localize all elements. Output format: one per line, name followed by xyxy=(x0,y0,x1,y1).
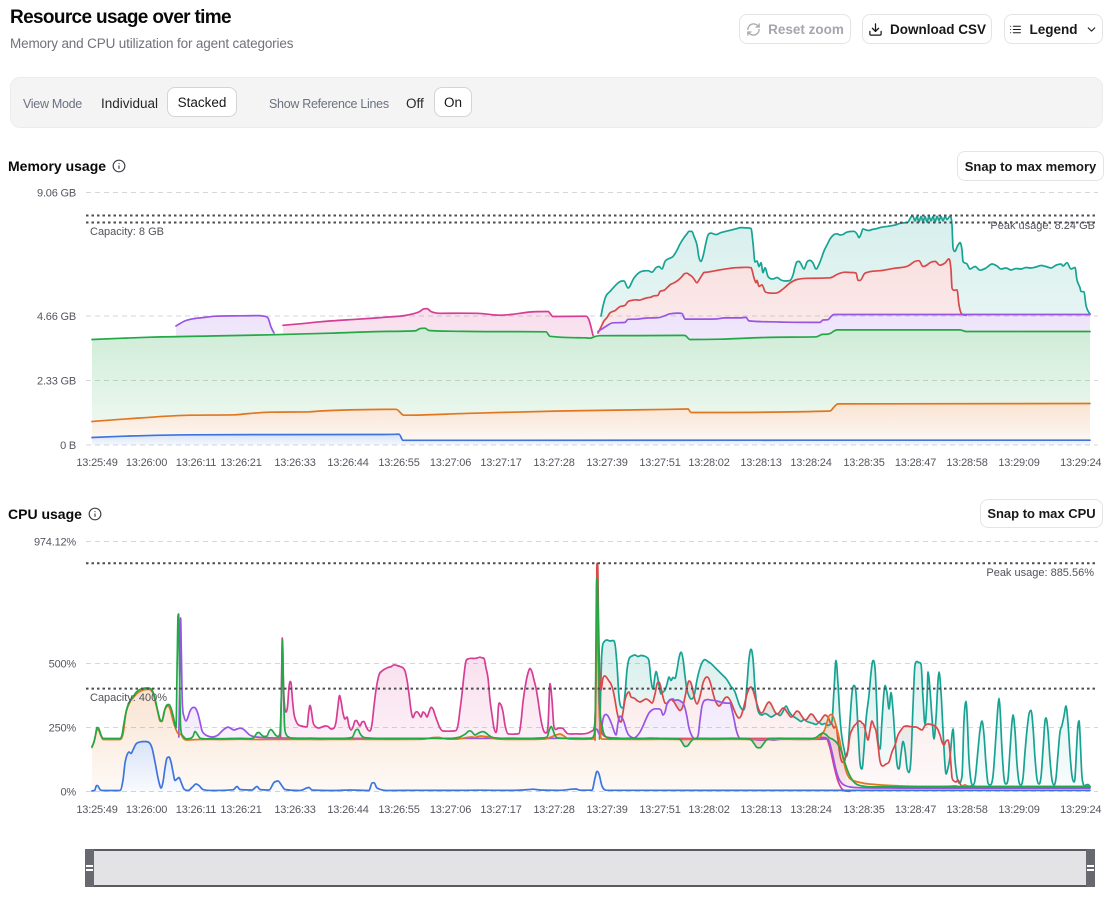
svg-text:13:26:33: 13:26:33 xyxy=(274,804,315,816)
svg-text:13:28:13: 13:28:13 xyxy=(740,457,781,469)
svg-text:0 B: 0 B xyxy=(60,440,76,452)
svg-text:13:26:44: 13:26:44 xyxy=(327,457,368,469)
svg-text:13:27:17: 13:27:17 xyxy=(480,457,521,469)
svg-text:13:28:47: 13:28:47 xyxy=(895,457,936,469)
svg-text:13:27:17: 13:27:17 xyxy=(480,804,521,816)
svg-text:13:26:21: 13:26:21 xyxy=(220,804,261,816)
svg-text:13:28:02: 13:28:02 xyxy=(688,804,729,816)
svg-text:13:26:55: 13:26:55 xyxy=(378,804,419,816)
svg-text:Capacity: 400%: Capacity: 400% xyxy=(90,692,167,704)
svg-text:13:28:58: 13:28:58 xyxy=(946,804,987,816)
svg-text:13:29:24: 13:29:24 xyxy=(1060,457,1101,469)
svg-text:250%: 250% xyxy=(49,723,77,735)
svg-text:4.66 GB: 4.66 GB xyxy=(37,311,76,323)
svg-text:13:29:09: 13:29:09 xyxy=(998,457,1039,469)
svg-text:13:28:24: 13:28:24 xyxy=(790,457,831,469)
svg-text:974.12%: 974.12% xyxy=(34,537,76,549)
svg-text:13:26:11: 13:26:11 xyxy=(176,457,216,469)
svg-text:13:27:51: 13:27:51 xyxy=(639,804,680,816)
svg-text:13:28:24: 13:28:24 xyxy=(790,804,831,816)
svg-text:13:28:47: 13:28:47 xyxy=(895,804,936,816)
svg-text:13:26:11: 13:26:11 xyxy=(176,804,216,816)
svg-text:13:28:02: 13:28:02 xyxy=(688,457,729,469)
svg-text:13:26:33: 13:26:33 xyxy=(274,457,315,469)
svg-text:13:27:06: 13:27:06 xyxy=(430,457,471,469)
svg-text:9.06 GB: 9.06 GB xyxy=(37,188,76,200)
svg-text:13:27:06: 13:27:06 xyxy=(430,804,471,816)
svg-text:13:27:39: 13:27:39 xyxy=(586,457,627,469)
svg-text:Capacity: 8 GB: Capacity: 8 GB xyxy=(90,226,164,238)
svg-text:13:26:55: 13:26:55 xyxy=(378,457,419,469)
svg-text:2.33 GB: 2.33 GB xyxy=(37,376,76,388)
svg-text:500%: 500% xyxy=(49,659,77,671)
svg-text:13:28:35: 13:28:35 xyxy=(843,457,884,469)
svg-text:13:27:28: 13:27:28 xyxy=(533,804,574,816)
svg-text:13:26:00: 13:26:00 xyxy=(126,457,167,469)
svg-text:Peak usage: 8.24 GB: Peak usage: 8.24 GB xyxy=(990,220,1095,232)
svg-text:13:27:28: 13:27:28 xyxy=(533,457,574,469)
svg-text:13:25:49: 13:25:49 xyxy=(76,804,117,816)
svg-text:0%: 0% xyxy=(61,787,77,799)
svg-text:13:27:39: 13:27:39 xyxy=(586,804,627,816)
svg-text:13:25:49: 13:25:49 xyxy=(76,457,117,469)
svg-text:Peak usage: 885.56%: Peak usage: 885.56% xyxy=(986,567,1094,579)
svg-text:13:26:21: 13:26:21 xyxy=(220,457,261,469)
svg-text:13:29:09: 13:29:09 xyxy=(998,804,1039,816)
svg-text:13:29:24: 13:29:24 xyxy=(1060,804,1101,816)
svg-text:13:28:13: 13:28:13 xyxy=(740,804,781,816)
svg-text:13:26:00: 13:26:00 xyxy=(126,804,167,816)
svg-text:13:27:51: 13:27:51 xyxy=(639,457,680,469)
svg-text:13:28:58: 13:28:58 xyxy=(946,457,987,469)
svg-text:13:26:44: 13:26:44 xyxy=(327,804,368,816)
svg-text:13:28:35: 13:28:35 xyxy=(843,804,884,816)
